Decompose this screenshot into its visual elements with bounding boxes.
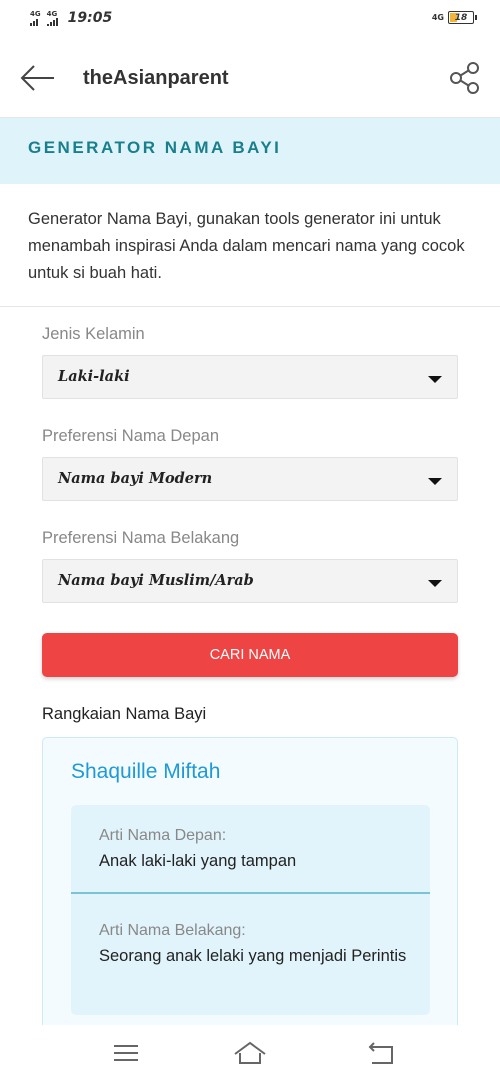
- status-left: 4G 4G 19:05: [30, 10, 112, 26]
- home-button[interactable]: [232, 1039, 268, 1067]
- first-pref-label: Preferensi Nama Depan: [42, 427, 220, 445]
- last-pref-select-value: Nama bayi Muslim/Arab: [58, 572, 254, 589]
- system-nav-bar: [0, 1025, 500, 1083]
- gender-select[interactable]: Laki-laki: [42, 355, 458, 399]
- section-header: GENERATOR NAMA BAYI: [0, 118, 500, 184]
- section-title: GENERATOR NAMA BAYI: [28, 138, 282, 157]
- result-name: Shaquille Miftah: [71, 760, 221, 783]
- gender-label: Jenis Kelamin: [42, 325, 145, 343]
- status-right: 4G 18: [431, 11, 477, 24]
- system-back-button[interactable]: [366, 1039, 398, 1067]
- battery-level: 18: [454, 12, 468, 23]
- arrow-left-icon: [20, 65, 54, 91]
- menu-button[interactable]: [110, 1039, 142, 1067]
- meaning-box: Arti Nama Depan: Anak laki-laki yang tam…: [71, 805, 430, 1015]
- network-type-right: 4G: [431, 13, 444, 22]
- network-type-2: 4G: [46, 9, 58, 18]
- last-meaning-text: Seorang anak lelaki yang menjadi Perinti…: [99, 947, 407, 965]
- first-meaning-text: Anak laki-laki yang tampan: [99, 852, 297, 870]
- clock: 19:05: [67, 10, 113, 26]
- network-type-1: 4G: [30, 9, 41, 18]
- home-icon: [234, 1041, 266, 1064]
- dropdown-arrow-icon: [428, 478, 442, 485]
- search-name-button[interactable]: CARI NAMA: [42, 633, 458, 677]
- result-card: Shaquille Miftah Arti Nama Depan: Anak l…: [42, 737, 458, 1037]
- result-heading: Rangkaian Nama Bayi: [42, 705, 207, 723]
- first-pref-select-value: Nama bayi Modern: [58, 470, 213, 487]
- divider: [0, 306, 500, 307]
- share-button[interactable]: [448, 60, 482, 96]
- dropdown-arrow-icon: [428, 580, 442, 587]
- meaning-divider: [71, 892, 430, 894]
- menu-icon: [114, 1045, 138, 1061]
- last-meaning-label: Arti Nama Belakang:: [99, 922, 246, 939]
- app-title: theAsianparent: [83, 67, 229, 89]
- gender-select-value: Laki-laki: [58, 368, 130, 385]
- app-bar: theAsianparent: [0, 38, 500, 118]
- last-pref-label: Preferensi Nama Belakang: [42, 529, 240, 547]
- dropdown-arrow-icon: [428, 376, 442, 383]
- battery-icon: 18: [448, 11, 477, 24]
- first-pref-select[interactable]: Nama bayi Modern: [42, 457, 458, 501]
- share-icon: [450, 62, 479, 94]
- signal-icon-2: 4G: [46, 9, 58, 26]
- signal-icon: 4G: [30, 9, 41, 26]
- status-bar: 4G 4G 19:05 4G 18: [0, 0, 500, 38]
- last-pref-select[interactable]: Nama bayi Muslim/Arab: [42, 559, 458, 603]
- first-meaning-label: Arti Nama Depan:: [99, 827, 227, 844]
- return-icon: [368, 1042, 393, 1064]
- intro-text: Generator Nama Bayi, gunakan tools gener…: [28, 210, 465, 282]
- back-button[interactable]: [18, 60, 58, 96]
